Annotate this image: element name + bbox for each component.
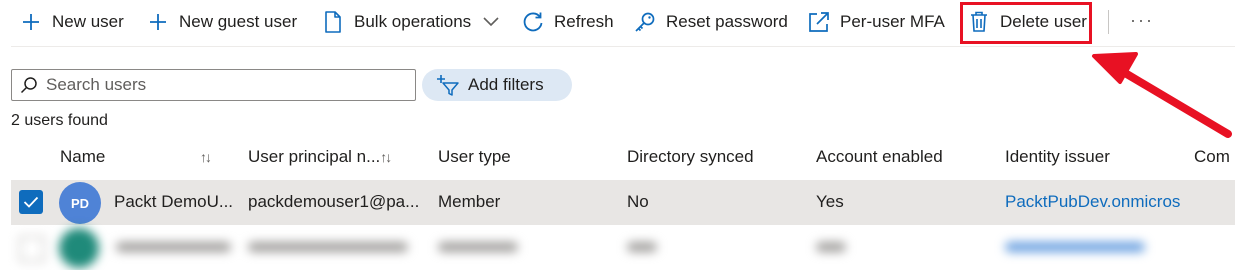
search-icon xyxy=(20,76,38,94)
column-label: Account enabled xyxy=(816,147,943,166)
key-icon xyxy=(634,11,656,33)
sort-upn-icon: ↑↓ xyxy=(380,149,392,165)
search-input[interactable] xyxy=(46,75,406,95)
column-label: Name xyxy=(60,147,106,166)
reset-password-button[interactable]: Reset password xyxy=(634,8,788,36)
results-count: 2 users found xyxy=(11,112,108,129)
delete-user-highlight xyxy=(960,2,1092,44)
add-filters-button[interactable]: Add filters xyxy=(422,69,572,101)
user-name-cell[interactable]: Packt DemoU... xyxy=(114,192,233,212)
new-user-button[interactable]: New user xyxy=(20,8,124,36)
column-label: Identity issuer xyxy=(1005,147,1110,166)
per-user-mfa-button[interactable]: Per-user MFA xyxy=(808,8,945,36)
column-header-upn[interactable]: User principal n... ↑↓ xyxy=(248,146,392,168)
refresh-label: Refresh xyxy=(554,12,614,31)
per-user-mfa-label: Per-user MFA xyxy=(840,12,945,31)
row-checkbox[interactable] xyxy=(19,236,45,262)
reset-password-label: Reset password xyxy=(666,12,788,31)
bulk-operations-button[interactable]: Bulk operations xyxy=(322,8,499,36)
column-label: Directory synced xyxy=(627,147,754,166)
redacted-text xyxy=(1005,242,1145,252)
identity-issuer-link[interactable]: PacktPubDev.onmicros xyxy=(1005,192,1180,212)
filter-add-icon xyxy=(436,74,460,96)
users-page: New user New guest user Bulk operations … xyxy=(0,0,1235,270)
document-icon xyxy=(322,11,344,33)
new-user-label: New user xyxy=(52,12,124,31)
redacted-text xyxy=(116,242,231,252)
column-header-company[interactable]: Com xyxy=(1194,146,1230,168)
column-header-account-enabled[interactable]: Account enabled xyxy=(816,146,943,168)
column-header-user-type[interactable]: User type xyxy=(438,146,511,168)
external-link-icon xyxy=(808,11,830,33)
avatar: PD xyxy=(59,182,101,224)
checkmark-icon xyxy=(23,196,39,208)
redacted-text xyxy=(627,242,657,252)
column-header-directory-synced[interactable]: Directory synced xyxy=(627,146,754,168)
refresh-button[interactable]: Refresh xyxy=(522,8,614,36)
plus-icon xyxy=(147,11,169,33)
sort-name-icon[interactable]: ↑↓ xyxy=(200,146,212,168)
new-guest-user-button[interactable]: New guest user xyxy=(147,8,297,36)
search-box[interactable] xyxy=(11,69,416,101)
chevron-down-icon xyxy=(483,17,499,27)
new-guest-user-label: New guest user xyxy=(179,12,298,31)
upn-cell: packdemouser1@pa... xyxy=(248,192,420,211)
column-label: Com xyxy=(1194,147,1230,166)
column-header-identity-issuer[interactable]: Identity issuer xyxy=(1005,146,1110,168)
bulk-operations-label: Bulk operations xyxy=(354,12,472,31)
add-filters-label: Add filters xyxy=(468,75,544,94)
column-label: User principal n... xyxy=(248,147,381,166)
toolbar-divider xyxy=(1108,10,1109,34)
redacted-text xyxy=(248,242,408,252)
column-label: User type xyxy=(438,147,511,166)
command-bar: New user New guest user Bulk operations … xyxy=(0,0,1235,44)
column-header-name[interactable]: Name xyxy=(60,146,105,168)
plus-icon xyxy=(20,11,42,33)
toolbar-separator xyxy=(11,46,1235,47)
avatar xyxy=(59,228,99,268)
account-enabled-cell: Yes xyxy=(816,192,844,211)
redacted-text xyxy=(438,242,518,252)
red-arrow-icon xyxy=(1092,52,1232,138)
table-row-redacted[interactable] xyxy=(11,226,1235,270)
refresh-icon xyxy=(522,11,544,33)
redacted-text xyxy=(816,242,846,252)
row-checkbox[interactable] xyxy=(19,190,43,214)
user-type-cell: Member xyxy=(438,192,501,211)
directory-synced-cell: No xyxy=(627,192,649,211)
more-actions-button[interactable]: ··· xyxy=(1128,6,1156,34)
